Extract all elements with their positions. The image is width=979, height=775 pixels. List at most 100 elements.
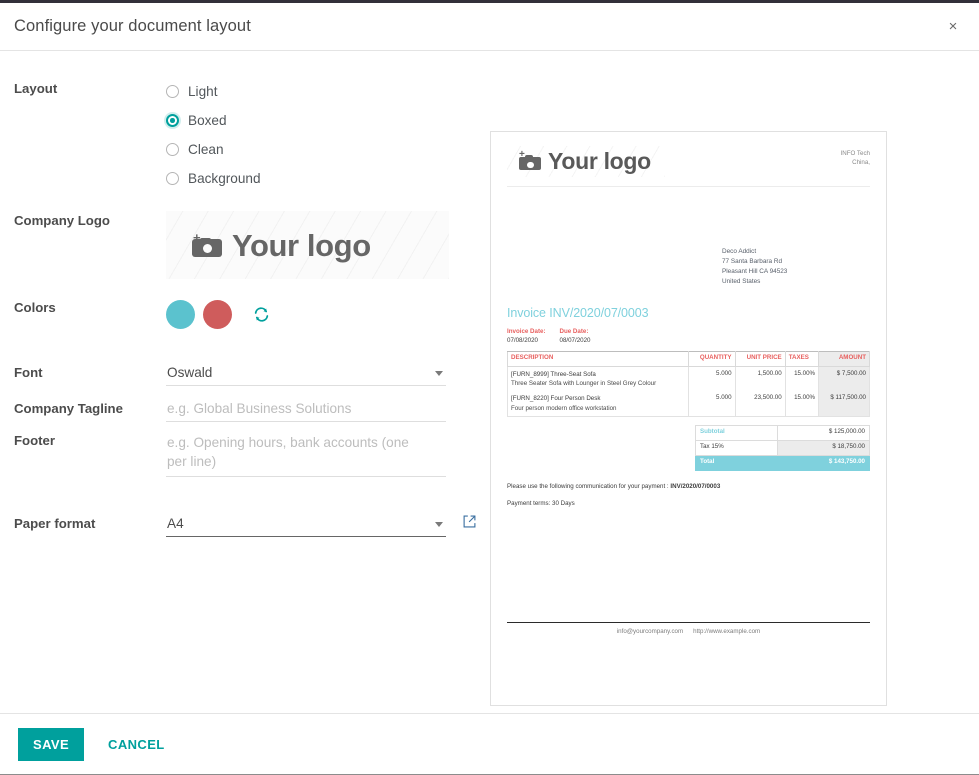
font-select[interactable] <box>166 363 446 386</box>
cell-amount: $ 117,500.00 <box>818 391 870 417</box>
preview-page-footer: info@yourcompany.com http://www.example.c… <box>507 622 870 637</box>
total-value: $ 143,750.00 <box>776 454 871 471</box>
address-line: Deco Addict <box>722 248 757 255</box>
column-header-taxes: TAXES <box>784 350 820 367</box>
dialog-body: Layout Light Boxed Clean Background Comp… <box>0 51 979 713</box>
line-name: [FURN_8220] Four Person Desk <box>511 395 601 403</box>
column-header-quantity: QUANTITY <box>688 350 736 367</box>
subtotal-label: Subtotal <box>695 424 778 441</box>
document-preview-panel: + Your logo INFO Tech China, Deco Addict <box>490 79 979 713</box>
footer-email: info@yourcompany.com <box>616 628 684 636</box>
dialog-header: Configure your document layout × <box>0 3 979 51</box>
address-line: 77 Santa Barbara Rd <box>722 257 783 265</box>
layout-label: Layout <box>14 81 58 96</box>
field-footer: Footer <box>14 431 476 482</box>
field-company-logo: Company Logo + Your logo <box>14 211 476 279</box>
footer-label: Footer <box>14 433 56 448</box>
save-button[interactable]: SAVE <box>18 728 85 761</box>
invoice-totals-table: Subtotal $ 125,000.00 Tax 15% $ 18,750.0… <box>695 424 871 471</box>
radio-icon <box>166 85 179 98</box>
column-header-description: DESCRIPTION <box>506 350 690 367</box>
company-tagline-input[interactable] <box>166 399 446 422</box>
radio-icon <box>166 143 179 156</box>
cell-unit-price: 23,500.00 <box>734 391 786 417</box>
line-sub-description: Four person modern office workstation <box>511 404 617 412</box>
cell-taxes: 15.00% <box>784 391 820 417</box>
field-layout: Layout Light Boxed Clean Background <box>14 79 476 193</box>
invoice-date-block: Invoice Date: 07/08/2020 <box>507 328 546 346</box>
due-date-value: 08/07/2020 <box>559 336 591 344</box>
company-country: China, <box>852 159 870 167</box>
dialog-footer: SAVE CANCEL <box>0 713 979 775</box>
preview-customer-address: Deco Addict 77 Santa Barbara Rd Pleasant… <box>722 247 870 287</box>
table-row: [FURN_8220] Four Person Desk Four person… <box>506 391 870 417</box>
company-logo-upload[interactable]: + Your logo <box>166 211 449 279</box>
line-name: [FURN_8999] Three-Seat Sofa <box>511 370 596 378</box>
footer-website: http://www.example.com <box>693 628 761 636</box>
table-header-row: DESCRIPTION QUANTITY UNIT PRICE TAXES AM… <box>506 350 870 367</box>
cell-quantity: 5.000 <box>688 391 736 417</box>
cell-quantity: 5.000 <box>688 366 736 392</box>
cancel-button[interactable]: CANCEL <box>102 736 171 753</box>
invoice-lines-table: DESCRIPTION QUANTITY UNIT PRICE TAXES AM… <box>506 350 870 417</box>
reset-colors-icon[interactable] <box>253 307 270 322</box>
camera-add-icon: + <box>192 231 222 258</box>
field-colors: Colors <box>14 298 476 329</box>
external-link-icon[interactable] <box>463 515 476 533</box>
address-line: United States <box>722 277 761 285</box>
radio-label: Clean <box>188 142 224 157</box>
field-font: Font <box>14 363 476 386</box>
totals-row-subtotal: Subtotal $ 125,000.00 <box>695 424 871 441</box>
line-sub-description: Three Seater Sofa with Lounger in Steel … <box>511 380 657 388</box>
close-icon[interactable]: × <box>933 3 973 50</box>
column-header-unit-price: UNIT PRICE <box>734 350 786 367</box>
page-title: Configure your document layout <box>14 17 251 35</box>
preview-totals-wrapper: Subtotal $ 125,000.00 Tax 15% $ 18,750.0… <box>507 424 871 471</box>
totals-row-total: Total $ 143,750.00 <box>695 454 871 471</box>
field-paper-format: Paper format <box>14 514 476 537</box>
preview-invoice-title: Invoice INV/2020/07/0003 <box>507 305 649 320</box>
secondary-color-swatch[interactable] <box>203 300 232 329</box>
preview-company-info: INFO Tech China, <box>841 146 870 168</box>
footer-input[interactable] <box>166 431 446 477</box>
due-date-block: Due Date: 08/07/2020 <box>560 328 591 346</box>
company-tagline-label: Company Tagline <box>14 401 123 416</box>
colors-label: Colors <box>14 300 56 315</box>
preview-header: + Your logo INFO Tech China, <box>507 146 870 187</box>
invoice-date-value: 07/08/2020 <box>507 336 538 344</box>
preview-dates: Invoice Date: 07/08/2020 Due Date: 08/07… <box>507 328 870 346</box>
column-header-amount: AMOUNT <box>818 350 870 367</box>
primary-color-swatch[interactable] <box>166 300 195 329</box>
font-label: Font <box>14 365 43 380</box>
preview-payment-communication: Please use the following communication f… <box>507 483 870 492</box>
company-logo-label: Company Logo <box>14 213 110 228</box>
invoice-preview-page: + Your logo INFO Tech China, Deco Addict <box>490 131 887 706</box>
preview-logo-text: Your logo <box>548 148 651 174</box>
camera-add-icon: + <box>519 150 541 171</box>
total-label: Total <box>695 454 778 471</box>
radio-option-clean[interactable]: Clean <box>166 135 476 164</box>
radio-option-boxed[interactable]: Boxed <box>166 106 476 135</box>
cell-description: [FURN_8999] Three-Seat Sofa Three Seater… <box>506 366 690 392</box>
radio-option-light[interactable]: Light <box>166 77 476 106</box>
field-company-tagline: Company Tagline <box>14 399 476 422</box>
radio-label: Light <box>188 84 218 99</box>
tax-label: Tax 15% <box>695 439 778 456</box>
radio-option-background[interactable]: Background <box>166 164 476 193</box>
address-line: Pleasant Hill CA 94523 <box>722 267 788 275</box>
layout-radio-group: Light Boxed Clean Background <box>166 77 476 193</box>
tax-value: $ 18,750.00 <box>776 439 871 456</box>
radio-label: Background <box>188 171 261 186</box>
company-name: INFO Tech <box>840 150 870 157</box>
paper-format-select[interactable] <box>166 514 446 537</box>
payment-note-reference: INV/2020/07/0003 <box>670 482 721 490</box>
totals-row-tax: Tax 15% $ 18,750.00 <box>695 439 871 456</box>
cell-amount: $ 7,500.00 <box>818 366 870 392</box>
invoice-date-label: Invoice Date: <box>507 327 546 335</box>
cell-taxes: 15.00% <box>784 366 820 392</box>
layout-settings-form: Layout Light Boxed Clean Background Comp… <box>0 79 490 713</box>
payment-note-prefix: Please use the following communication f… <box>507 482 671 490</box>
subtotal-value: $ 125,000.00 <box>776 424 871 441</box>
radio-icon <box>166 114 179 127</box>
company-logo-placeholder-text: Your logo <box>232 227 371 263</box>
